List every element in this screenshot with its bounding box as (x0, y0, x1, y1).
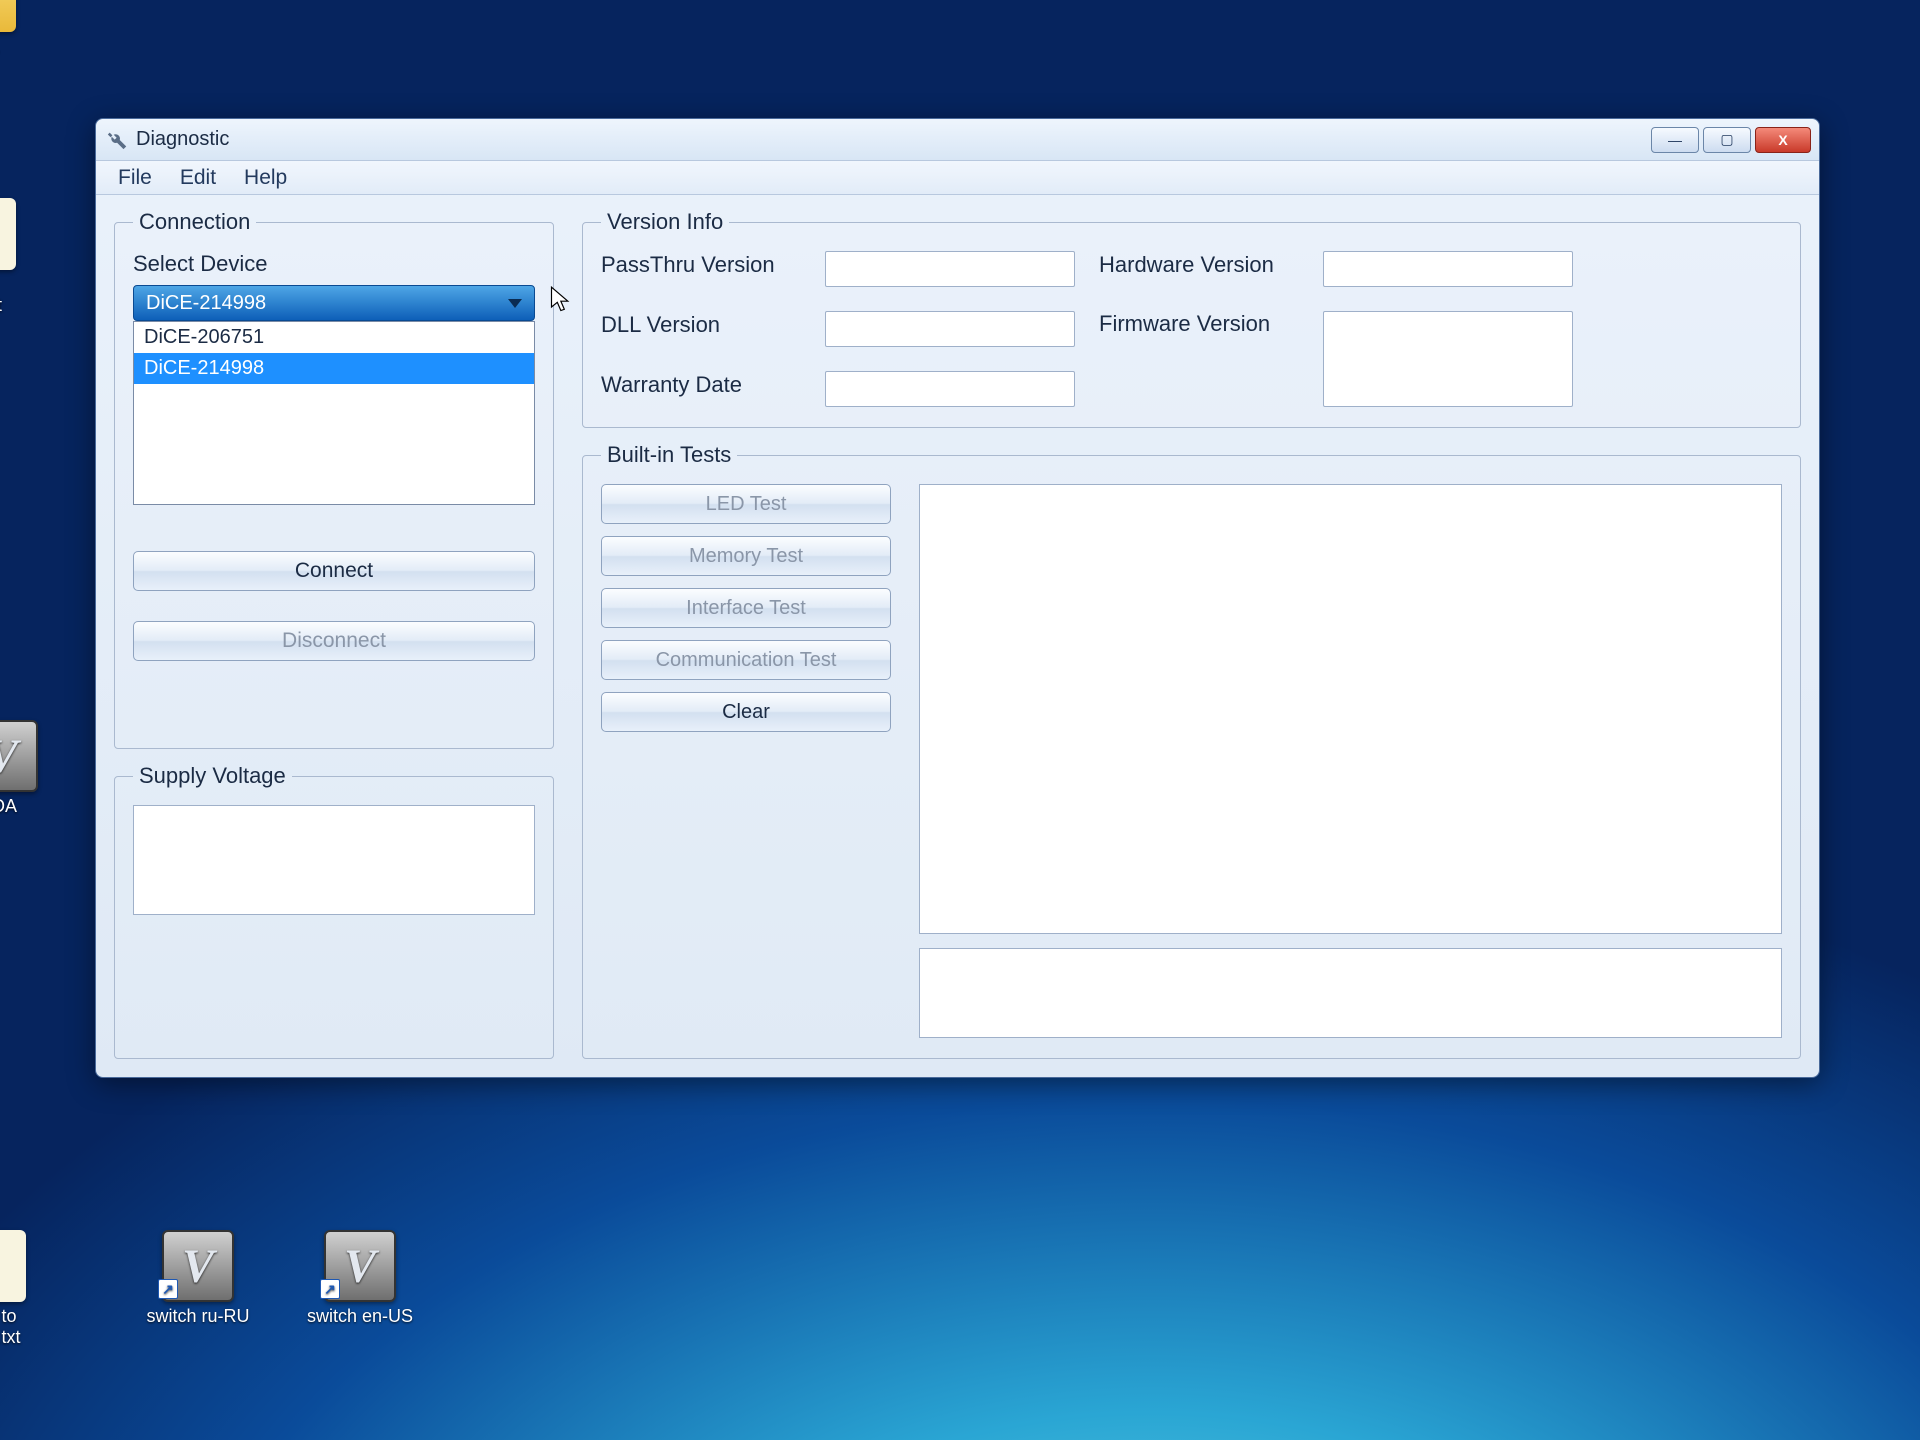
tests-status-panel[interactable] (919, 948, 1782, 1038)
supply-voltage-legend: Supply Voltage (133, 763, 292, 789)
close-button[interactable]: X (1755, 127, 1811, 153)
version-info-group: Version Info PassThru Version Hardware V… (582, 209, 1801, 428)
supply-voltage-display (133, 805, 535, 915)
device-option[interactable]: DiCE-214998 (134, 353, 534, 384)
chevron-down-icon (508, 299, 522, 308)
desktop-icon-switch-ru[interactable]: V ↗ switch ru-RU (138, 1230, 258, 1327)
titlebar[interactable]: Diagnostic — ▢ X (96, 119, 1819, 161)
dll-version-label: DLL Version (601, 312, 801, 338)
firmware-version-label: Firmware Version (1099, 311, 1299, 337)
version-info-legend: Version Info (601, 209, 729, 235)
warranty-date-label: Warranty Date (601, 372, 801, 398)
close-icon: X (1778, 132, 1787, 148)
passthru-version-field[interactable] (825, 251, 1075, 287)
device-combobox-value: DiCE-214998 (146, 292, 266, 315)
wrench-icon (106, 129, 128, 151)
desktop-icon-label: now to vitch.txt (0, 1306, 50, 1348)
device-combobox-list[interactable]: DiCE-206751 DiCE-214998 (133, 321, 535, 505)
desktop-icon-label: зина (0, 36, 40, 57)
communication-test-button[interactable]: Communication Test (601, 640, 891, 680)
select-device-label: Select Device (133, 251, 535, 277)
passthru-version-label: PassThru Version (601, 252, 801, 278)
memory-test-button[interactable]: Memory Test (601, 536, 891, 576)
shortcut-arrow-icon: ↗ (320, 1279, 340, 1299)
device-option[interactable]: DiCE-206751 (134, 322, 534, 353)
led-test-button[interactable]: LED Test (601, 484, 891, 524)
desktop-icon-label: elp s.mht (0, 274, 40, 316)
device-combobox[interactable]: DiCE-214998 (133, 285, 535, 321)
maximize-button[interactable]: ▢ (1703, 127, 1751, 153)
desktop-icon-label: switch ru-RU (138, 1306, 258, 1327)
menubar: File Edit Help (96, 161, 1819, 195)
window-title: Diagnostic (136, 128, 229, 151)
menu-edit[interactable]: Edit (166, 162, 230, 194)
connect-button[interactable]: Connect (133, 551, 535, 591)
desktop-icon-label: switch en-US (300, 1306, 420, 1327)
menu-file[interactable]: File (104, 162, 166, 194)
desktop-icon-switch-en[interactable]: V ↗ switch en-US (300, 1230, 420, 1327)
interface-test-button[interactable]: Interface Test (601, 588, 891, 628)
desktop-icon-label: IDA (0, 796, 62, 817)
connection-legend: Connection (133, 209, 256, 235)
maximize-icon: ▢ (1720, 131, 1733, 148)
hardware-version-label: Hardware Version (1099, 252, 1299, 278)
dll-version-field[interactable] (825, 311, 1075, 347)
disconnect-button[interactable]: Disconnect (133, 621, 535, 661)
minimize-icon: — (1668, 132, 1682, 148)
desktop-icon-howto-txt[interactable]: now to vitch.txt (0, 1230, 50, 1348)
supply-voltage-group: Supply Voltage (114, 763, 554, 1059)
warranty-date-field[interactable] (825, 371, 1075, 407)
menu-help[interactable]: Help (230, 162, 301, 194)
tests-output-panel[interactable] (919, 484, 1782, 934)
minimize-button[interactable]: — (1651, 127, 1699, 153)
connection-group: Connection Select Device DiCE-214998 DiC… (114, 209, 554, 749)
built-in-tests-legend: Built-in Tests (601, 442, 737, 468)
built-in-tests-group: Built-in Tests LED Test Memory Test Inte… (582, 442, 1801, 1059)
hardware-version-field[interactable] (1323, 251, 1573, 287)
clear-button[interactable]: Clear (601, 692, 891, 732)
diagnostic-window: Diagnostic — ▢ X File Edit Help Connecti… (95, 118, 1820, 1078)
desktop[interactable]: зина elp s.mht V ↗ IDA now to vitch.txt … (0, 0, 1920, 1440)
firmware-version-field[interactable] (1323, 311, 1573, 407)
desktop-icon-folder-top[interactable]: зина (0, 0, 40, 57)
desktop-icon-help-mht[interactable]: elp s.mht (0, 198, 40, 316)
desktop-icon-vida[interactable]: V ↗ IDA (0, 720, 62, 817)
shortcut-arrow-icon: ↗ (158, 1279, 178, 1299)
